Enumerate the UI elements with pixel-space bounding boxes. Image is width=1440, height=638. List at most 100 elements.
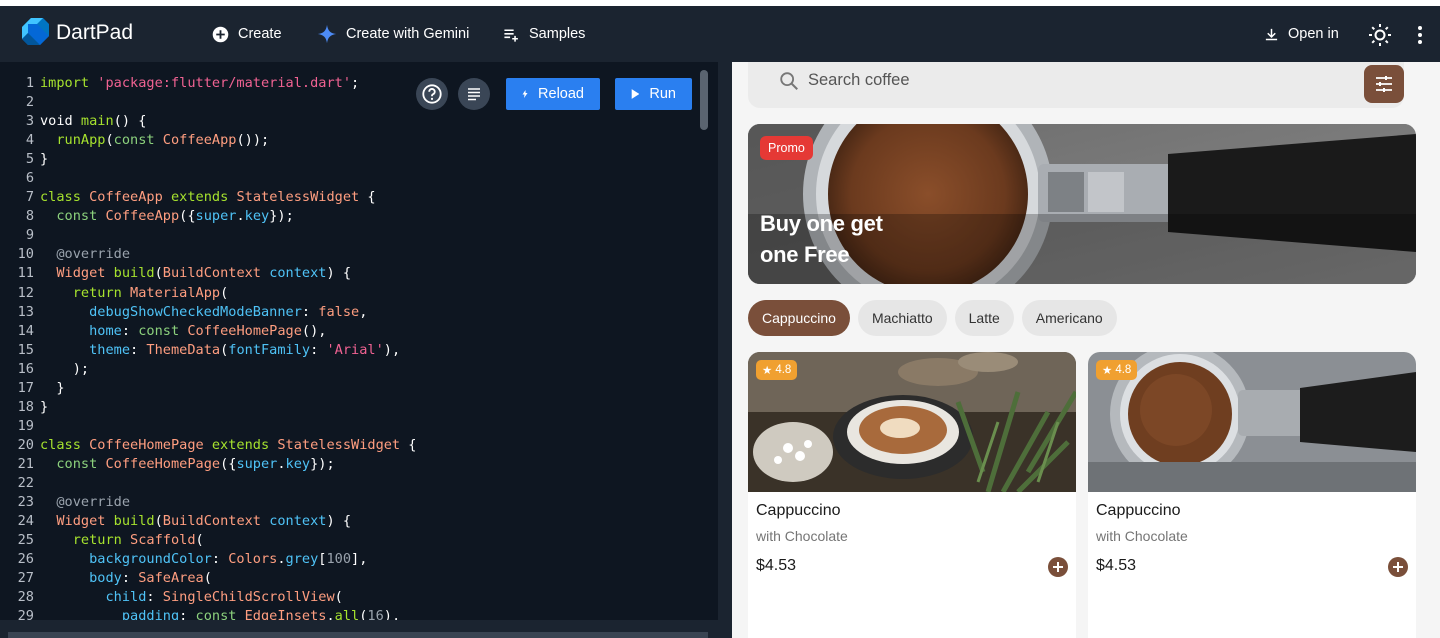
more-vert-icon[interactable] [1414, 25, 1426, 45]
theme-toggle-sun-icon[interactable] [1368, 23, 1392, 47]
code-line[interactable]: 8 const CoffeeApp({super.key}); [0, 207, 417, 226]
code-line[interactable]: 27 body: SafeArea( [0, 569, 417, 588]
code-token: const [113, 132, 155, 149]
add-to-cart-button[interactable] [1388, 557, 1408, 577]
code-line[interactable]: 6 [0, 169, 417, 188]
editor-horizontal-scrollbar[interactable] [8, 632, 708, 638]
search-input[interactable]: Search coffee [808, 71, 910, 90]
code-token: class [40, 189, 81, 206]
code-line[interactable]: 4 runApp(const CoffeeApp()); [0, 131, 417, 150]
code-line[interactable]: 10 @override [0, 245, 417, 264]
dart-logo-icon [22, 18, 49, 45]
promo-banner[interactable]: Promo Buy one get one Free [748, 124, 1416, 284]
chip-americano[interactable]: Americano [1021, 300, 1117, 336]
code-line[interactable]: 2 [0, 93, 417, 112]
product-subtitle: with Chocolate [1096, 528, 1188, 544]
code-line[interactable]: 11 Widget build(BuildContext context) { [0, 264, 417, 283]
split-divider[interactable] [718, 62, 732, 638]
banner-headline: Buy one get one Free [760, 208, 883, 270]
search-bar[interactable]: Search coffee [748, 62, 1404, 108]
code-token: super [195, 208, 237, 225]
code-token: MaterialApp [130, 284, 221, 301]
line-number: 5 [25, 151, 34, 168]
code-token: ; [351, 75, 360, 91]
code-line[interactable]: 9 [0, 226, 417, 245]
star-icon: ★ [762, 365, 773, 377]
code-line[interactable]: 23 @override [0, 493, 417, 512]
create-with-gemini-button[interactable]: Create with Gemini [317, 23, 469, 45]
code-token: : [130, 341, 147, 358]
samples-button[interactable]: Samples [503, 23, 585, 45]
code-line[interactable]: 20 class CoffeeHomePage extends Stateless… [0, 436, 417, 455]
code-token: const [138, 322, 180, 339]
code-line[interactable]: 12 return MaterialApp( [0, 284, 417, 303]
code-line[interactable]: 19 [0, 417, 417, 436]
product-card[interactable]: ★ 4.8 Cappuccino with Chocolate $4.53 [748, 352, 1076, 638]
code-editor[interactable]: 1 import 'package:flutter/material.dart';… [0, 62, 718, 638]
code-line[interactable]: 1 import 'package:flutter/material.dart'; [0, 74, 417, 93]
code-text: class CoffeeApp extends StatelessWidget … [40, 188, 376, 207]
app-title: DartPad [56, 21, 134, 44]
code-text: home: const CoffeeHomePage(), [40, 322, 326, 341]
code-line[interactable]: 16 ); [0, 360, 417, 379]
filter-button[interactable] [1364, 65, 1404, 103]
code-line[interactable]: 22 [0, 474, 417, 493]
code-line[interactable]: 13 debugShowCheckedModeBanner: false, [0, 303, 417, 322]
code-token: CoffeeHomePage [89, 436, 204, 453]
code-line[interactable]: 24 Widget build(BuildContext context) { [0, 512, 417, 531]
code-token: ( [154, 513, 163, 530]
code-token: . [277, 455, 286, 472]
code-token: SingleChildScrollView [162, 589, 335, 606]
code-token: }); [310, 455, 335, 472]
code-line[interactable]: 26 backgroundColor: Colors.grey[100], [0, 550, 417, 569]
run-button[interactable]: Run [615, 78, 692, 110]
code-token: } [40, 379, 65, 396]
open-in-button[interactable]: Open in [1264, 23, 1339, 45]
line-number: 27 [17, 570, 34, 587]
code-token: { [359, 189, 376, 206]
code-line[interactable]: 28 child: SingleChildScrollView( [0, 588, 417, 607]
code-line[interactable]: 14 home: const CoffeeHomePage(), [0, 322, 417, 341]
code-token: CoffeeHomePage [187, 322, 302, 339]
chip-latte[interactable]: Latte [954, 300, 1014, 336]
code-token: ({ [220, 455, 237, 472]
code-token: backgroundColor [89, 551, 212, 568]
code-line[interactable]: 18} [0, 398, 417, 417]
code-token: ], [351, 551, 368, 568]
code-token: ( [334, 589, 343, 606]
code-line[interactable]: 15 theme: ThemeData(fontFamily: 'Arial')… [0, 341, 417, 360]
create-button[interactable]: Create [212, 23, 282, 45]
code-lines[interactable]: 1 import 'package:flutter/material.dart';… [0, 74, 417, 626]
code-line[interactable]: 25 return Scaffold( [0, 531, 417, 550]
code-token: CoffeeApp [162, 132, 237, 149]
code-line[interactable]: 5} [0, 150, 417, 169]
code-token: CoffeeHomePage [105, 455, 221, 472]
line-number: 26 [17, 551, 34, 568]
code-line[interactable]: 7 class CoffeeApp extends StatelessWidget… [0, 188, 417, 207]
chip-cappuccino[interactable]: Cappuccino [748, 300, 850, 336]
bolt-icon [522, 89, 528, 99]
help-button[interactable] [416, 78, 448, 110]
reload-button[interactable]: Reload [506, 78, 600, 110]
code-line[interactable]: 17 } [0, 379, 417, 398]
format-button[interactable] [458, 78, 490, 110]
code-token: fontFamily [228, 341, 311, 358]
code-line[interactable]: 3 void main() { [0, 112, 417, 131]
code-token: { [400, 436, 417, 453]
product-card[interactable]: ★ 4.8 Cappuccino with Chocolate $4.53 [1088, 352, 1416, 638]
code-line[interactable]: 21 const CoffeeHomePage({super.key}); [0, 455, 417, 474]
line-number: 2 [25, 94, 34, 111]
code-token: theme [89, 341, 131, 358]
code-token: key [244, 208, 270, 225]
editor-scrollbar[interactable] [700, 70, 708, 130]
create-with-gemini-label: Create with Gemini [346, 26, 470, 42]
code-token: child [105, 589, 147, 606]
add-to-cart-button[interactable] [1048, 557, 1068, 577]
chip-machiatto[interactable]: Machiatto [857, 300, 947, 336]
